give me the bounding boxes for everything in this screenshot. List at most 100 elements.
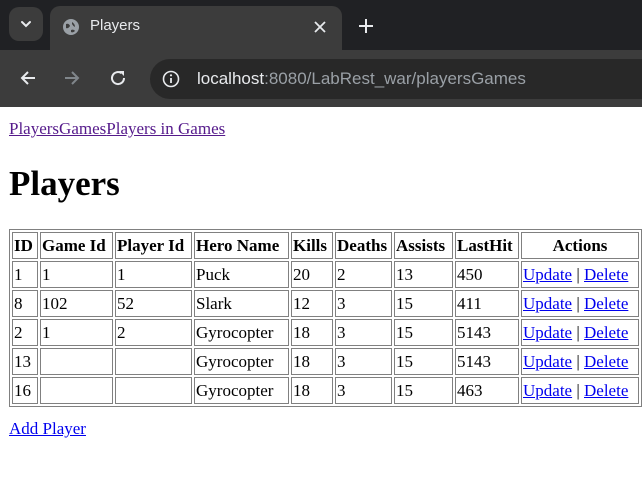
cell-player-id: 52 xyxy=(115,290,192,317)
active-tab[interactable]: Players xyxy=(50,6,342,50)
cell-player-id: 1 xyxy=(115,261,192,288)
cell-hero-name: Puck xyxy=(194,261,289,288)
column-header-hero-name: Hero Name xyxy=(194,232,289,259)
column-header-assists: Assists xyxy=(394,232,453,259)
globe-icon xyxy=(63,19,79,35)
arrow-left-icon xyxy=(20,71,35,85)
column-header-kills: Kills xyxy=(291,232,333,259)
players-table: ID Game Id Player Id Hero Name Kills Dea… xyxy=(9,229,642,407)
column-header-actions: Actions xyxy=(521,232,639,259)
cell-game-id: 102 xyxy=(40,290,113,317)
update-link[interactable]: Update xyxy=(523,265,572,284)
browser-toolbar: localhost:8080/LabRest_war/playersGames xyxy=(0,50,642,107)
url-path: :8080/LabRest_war/playersGames xyxy=(264,69,526,88)
close-tab-button[interactable] xyxy=(310,17,330,37)
cell-assists: 13 xyxy=(394,261,453,288)
update-link[interactable]: Update xyxy=(523,323,572,342)
table-row: 1 1 1 Puck 20 2 13 450 Update | Delete xyxy=(12,261,639,288)
cell-actions: Update | Delete xyxy=(521,261,639,288)
cell-deaths: 3 xyxy=(335,290,392,317)
back-button[interactable] xyxy=(14,64,42,92)
nav-links: PlayersGamesPlayers in Games xyxy=(9,119,225,139)
cell-hero-name: Gyrocopter xyxy=(194,377,289,404)
nav-link-players-in-games[interactable]: Players in Games xyxy=(106,119,225,138)
cell-actions: Update | Delete xyxy=(521,348,639,375)
cell-assists: 15 xyxy=(394,290,453,317)
action-separator: | xyxy=(576,264,580,284)
cell-id: 1 xyxy=(12,261,38,288)
cell-hero-name: Gyrocopter xyxy=(194,319,289,346)
cell-player-id xyxy=(115,348,192,375)
cell-lasthit: 5143 xyxy=(455,319,519,346)
cell-kills: 20 xyxy=(291,261,333,288)
page-content: PlayersGamesPlayers in Games Players ID … xyxy=(0,107,642,482)
cell-id: 13 xyxy=(12,348,38,375)
add-player-link[interactable]: Add Player xyxy=(9,419,86,439)
delete-link[interactable]: Delete xyxy=(584,323,628,342)
update-link[interactable]: Update xyxy=(523,352,572,371)
cell-actions: Update | Delete xyxy=(521,319,639,346)
cell-kills: 18 xyxy=(291,319,333,346)
reload-button[interactable] xyxy=(104,64,132,92)
action-separator: | xyxy=(576,380,580,400)
column-header-id: ID xyxy=(12,232,38,259)
cell-game-id xyxy=(40,377,113,404)
address-bar[interactable]: localhost:8080/LabRest_war/playersGames xyxy=(150,59,642,99)
table-row: 2 1 2 Gyrocopter 18 3 15 5143 Update | D… xyxy=(12,319,639,346)
nav-link-players[interactable]: Players xyxy=(9,119,59,138)
nav-link-games[interactable]: Games xyxy=(59,119,106,138)
delete-link[interactable]: Delete xyxy=(584,294,628,313)
cell-game-id: 1 xyxy=(40,319,113,346)
column-header-deaths: Deaths xyxy=(335,232,392,259)
arrow-right-icon xyxy=(65,71,80,85)
column-header-game-id: Game Id xyxy=(40,232,113,259)
cell-deaths: 2 xyxy=(335,261,392,288)
cell-assists: 15 xyxy=(394,319,453,346)
cell-player-id xyxy=(115,377,192,404)
close-icon xyxy=(314,21,326,33)
browser-chrome: Players localhost:8080/LabRest_war/playe… xyxy=(0,0,642,107)
cell-assists: 15 xyxy=(394,348,453,375)
column-header-player-id: Player Id xyxy=(115,232,192,259)
cell-assists: 15 xyxy=(394,377,453,404)
cell-actions: Update | Delete xyxy=(521,290,639,317)
delete-link[interactable]: Delete xyxy=(584,265,628,284)
update-link[interactable]: Update xyxy=(523,381,572,400)
cell-id: 2 xyxy=(12,319,38,346)
tab-title: Players xyxy=(90,17,141,34)
delete-link[interactable]: Delete xyxy=(584,352,628,371)
site-info-button[interactable] xyxy=(160,68,182,90)
update-link[interactable]: Update xyxy=(523,294,572,313)
cell-hero-name: Slark xyxy=(194,290,289,317)
url-host: localhost xyxy=(197,69,265,88)
cell-kills: 12 xyxy=(291,290,333,317)
action-separator: | xyxy=(576,351,580,371)
cell-kills: 18 xyxy=(291,348,333,375)
cell-id: 8 xyxy=(12,290,38,317)
cell-player-id: 2 xyxy=(115,319,192,346)
cell-hero-name: Gyrocopter xyxy=(194,348,289,375)
tab-search-button[interactable] xyxy=(9,7,43,41)
plus-icon xyxy=(359,19,373,33)
cell-kills: 18 xyxy=(291,377,333,404)
info-icon xyxy=(162,70,180,88)
cell-deaths: 3 xyxy=(335,377,392,404)
cell-game-id: 1 xyxy=(40,261,113,288)
action-separator: | xyxy=(576,322,580,342)
cell-game-id xyxy=(40,348,113,375)
forward-button[interactable] xyxy=(58,64,86,92)
cell-deaths: 3 xyxy=(335,348,392,375)
reload-icon xyxy=(111,71,126,86)
page-title: Players xyxy=(9,164,120,203)
url-text: localhost:8080/LabRest_war/playersGames xyxy=(197,69,526,89)
cell-lasthit: 450 xyxy=(455,261,519,288)
delete-link[interactable]: Delete xyxy=(584,381,628,400)
table-header-row: ID Game Id Player Id Hero Name Kills Dea… xyxy=(12,232,639,259)
cell-lasthit: 463 xyxy=(455,377,519,404)
new-tab-button[interactable] xyxy=(354,14,378,38)
column-header-lasthit: LastHit xyxy=(455,232,519,259)
cell-deaths: 3 xyxy=(335,319,392,346)
cell-id: 16 xyxy=(12,377,38,404)
cell-lasthit: 411 xyxy=(455,290,519,317)
table-row: 16 Gyrocopter 18 3 15 463 Update | Delet… xyxy=(12,377,639,404)
